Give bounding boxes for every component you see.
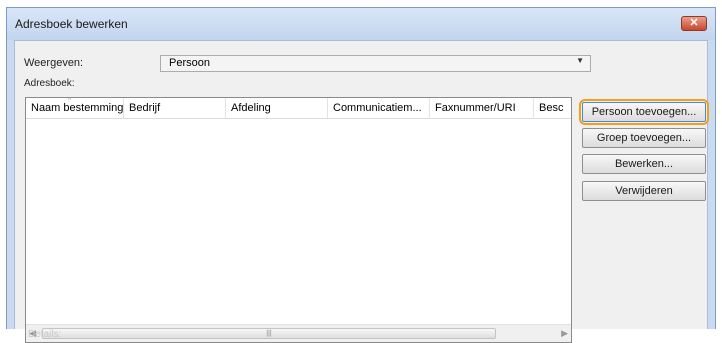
chevron-down-icon[interactable]: ▼: [576, 56, 584, 65]
sort-up-icon: ^: [68, 98, 72, 104]
column-header-department[interactable]: Afdeling: [226, 98, 328, 118]
column-header-name[interactable]: ^ Naam bestemming: [26, 98, 124, 118]
close-icon[interactable]: ✕: [681, 16, 707, 31]
title-bar: Adresboek bewerken ✕: [7, 8, 715, 40]
horizontal-scrollbar[interactable]: ◀ ||| ▶: [26, 324, 571, 342]
scrollbar-thumb[interactable]: |||: [42, 328, 496, 339]
addressbook-label: Adresboek:: [24, 78, 75, 89]
add-person-button[interactable]: Persoon toevoegen...: [582, 102, 706, 122]
view-label: Weergeven:: [24, 57, 84, 69]
add-group-button[interactable]: Groep toevoegen...: [582, 128, 706, 148]
column-header-fax-label: Faxnummer/URI: [435, 102, 516, 114]
column-header-fax[interactable]: Faxnummer/URI: [430, 98, 534, 118]
column-header-communication-label: Communicatiem...: [333, 102, 422, 114]
column-header-department-label: Afdeling: [231, 102, 271, 114]
edit-button[interactable]: Bewerken...: [582, 154, 706, 174]
addressbook-list[interactable]: ^ Naam bestemming Bedrijf Afdeling Commu…: [25, 97, 572, 343]
details-label: Details:: [28, 329, 62, 340]
view-select[interactable]: Persoon ▼: [160, 55, 591, 72]
window-title: Adresboek bewerken: [15, 17, 128, 31]
column-header-company[interactable]: Bedrijf: [124, 98, 226, 118]
column-header-communication[interactable]: Communicatiem...: [328, 98, 430, 118]
view-select-value: Persoon: [169, 57, 210, 69]
delete-button[interactable]: Verwijderen: [582, 181, 706, 201]
column-header-description-label: Besc: [539, 102, 564, 114]
column-header-description[interactable]: Besc: [534, 98, 571, 118]
dialog-body: Weergeven: Persoon ▼ Adresboek: ^ Naam b…: [14, 40, 709, 343]
list-header: ^ Naam bestemming Bedrijf Afdeling Commu…: [26, 98, 571, 119]
grip-icon: |||: [266, 330, 272, 337]
column-header-company-label: Bedrijf: [129, 102, 161, 114]
column-header-name-label: Naam bestemming: [31, 102, 124, 114]
scroll-right-icon[interactable]: ▶: [561, 328, 568, 339]
dialog-window: Adresboek bewerken ✕ Weergeven: Persoon …: [6, 7, 716, 343]
